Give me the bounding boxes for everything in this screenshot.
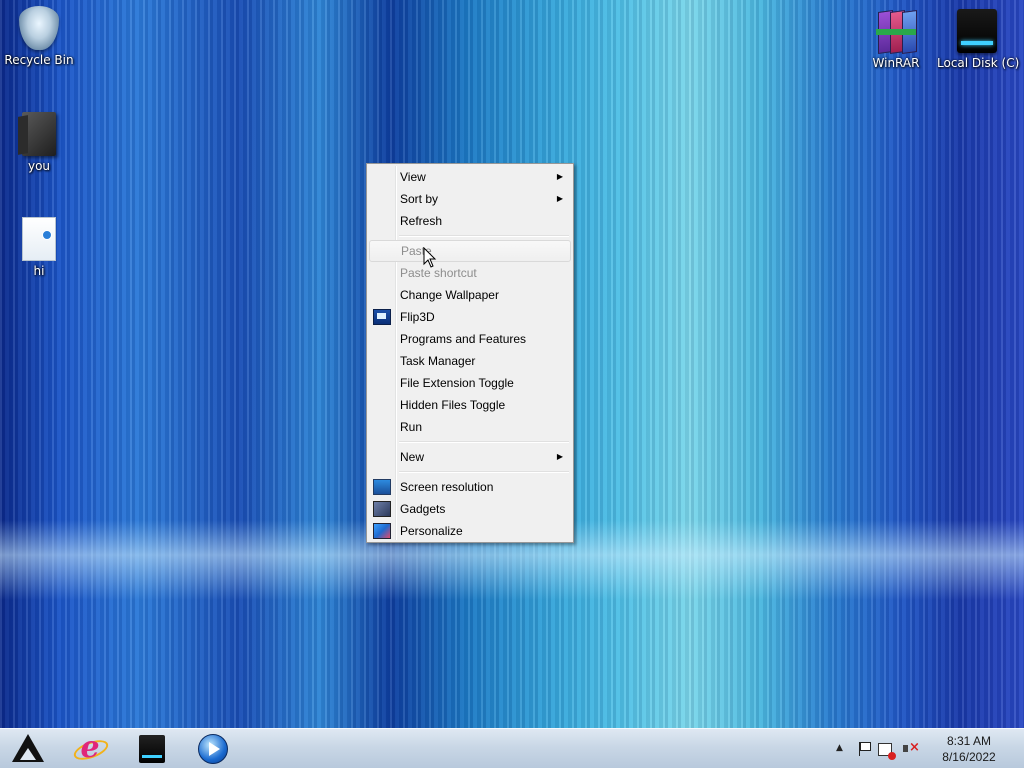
network-icon[interactable] — [878, 743, 896, 760]
recycle-bin-icon — [19, 6, 59, 50]
internet-explorer-icon: e — [80, 730, 100, 765]
screen-resolution-icon — [373, 479, 391, 495]
desktop-icon-label: Recycle Bin — [4, 53, 74, 67]
desktop-context-menu: View ▶ Sort by ▶ Refresh Paste Paste sho… — [366, 163, 574, 543]
menu-item-label: View — [400, 170, 426, 184]
menu-item-label: Screen resolution — [400, 480, 494, 494]
menu-separator — [399, 235, 569, 237]
menu-item-file-extension-toggle[interactable]: File Extension Toggle — [369, 372, 571, 394]
menu-item-label: Hidden Files Toggle — [400, 398, 506, 412]
local-disk-icon — [139, 735, 165, 763]
menu-item-hidden-files-toggle[interactable]: Hidden Files Toggle — [369, 394, 571, 416]
menu-item-screen-resolution[interactable]: Screen resolution — [369, 476, 571, 498]
menu-separator — [399, 441, 569, 443]
submenu-arrow-icon: ▶ — [556, 452, 563, 461]
menu-item-label: Gadgets — [400, 502, 446, 516]
desktop-icon-local-disk[interactable]: Local Disk (C) — [937, 9, 1020, 70]
menu-item-label: File Extension Toggle — [400, 376, 514, 390]
media-player-icon — [198, 734, 228, 764]
menu-separator — [399, 471, 569, 473]
menu-item-label: Change Wallpaper — [400, 288, 499, 302]
winrar-icon — [876, 9, 917, 55]
menu-item-label: Refresh — [400, 214, 443, 228]
clock-date: 8/16/2022 — [942, 750, 996, 764]
submenu-arrow-icon: ▶ — [556, 194, 563, 203]
menu-item-view[interactable]: View ▶ — [369, 166, 571, 188]
menu-item-change-wallpaper[interactable]: Change Wallpaper — [369, 284, 571, 306]
menu-item-flip3d[interactable]: Flip3D — [369, 306, 571, 328]
taskbar-internet-explorer[interactable]: e — [71, 730, 111, 766]
gadgets-icon — [373, 501, 391, 517]
volume-muted-icon[interactable] — [902, 741, 920, 757]
desktop-icon-label: you — [27, 159, 51, 173]
clock-time: 8:31 AM — [946, 734, 992, 748]
file-icon — [22, 217, 56, 261]
menu-item-sort-by[interactable]: Sort by ▶ — [369, 188, 571, 210]
menu-item-label: Task Manager — [400, 354, 476, 368]
menu-item-refresh[interactable]: Refresh — [369, 210, 571, 232]
taskbar-media-player[interactable] — [196, 732, 230, 766]
menu-item-run[interactable]: Run — [369, 416, 571, 438]
flip3d-icon — [373, 309, 391, 325]
menu-item-label: Flip3D — [400, 310, 435, 324]
menu-item-task-manager[interactable]: Task Manager — [369, 350, 571, 372]
menu-item-label: Programs and Features — [400, 332, 527, 346]
mouse-cursor-icon — [423, 247, 437, 268]
desktop-icon-label: hi — [33, 264, 45, 278]
menu-item-gadgets[interactable]: Gadgets — [369, 498, 571, 520]
start-button[interactable] — [10, 732, 44, 766]
menu-item-label: Paste shortcut — [400, 266, 477, 280]
desktop-icon-recycle-bin[interactable]: Recycle Bin — [2, 6, 76, 67]
action-center-flag-icon[interactable] — [856, 741, 872, 757]
menu-item-paste-shortcut[interactable]: Paste shortcut — [369, 262, 571, 284]
menu-item-programs-and-features[interactable]: Programs and Features — [369, 328, 571, 350]
menu-item-label: New — [400, 450, 425, 464]
desktop-icon-you[interactable]: you — [2, 112, 76, 173]
personalize-icon — [373, 523, 391, 539]
taskbar: e ▲ 8:31 AM 8/16/2022 — [0, 728, 1024, 768]
menu-item-label: Sort by — [400, 192, 439, 206]
system-clock[interactable]: 8:31 AM 8/16/2022 — [924, 733, 1014, 765]
desktop-wallpaper[interactable]: Recycle Bin you hi WinRAR Local Disk (C)… — [0, 0, 1024, 728]
local-disk-icon — [957, 9, 997, 53]
desktop-icon-winrar[interactable]: WinRAR — [859, 9, 933, 70]
taskbar-local-disk[interactable] — [135, 732, 169, 766]
desktop-icon-label: WinRAR — [872, 56, 920, 70]
show-hidden-icons-chevron-icon[interactable]: ▲ — [836, 743, 852, 759]
desktop-icon-hi[interactable]: hi — [2, 217, 76, 278]
menu-item-label: Personalize — [400, 524, 463, 538]
menu-item-new[interactable]: New ▶ — [369, 446, 571, 468]
menu-item-label: Run — [400, 420, 423, 434]
menu-item-paste[interactable]: Paste — [369, 240, 571, 262]
desktop-icon-label: Local Disk (C) — [937, 56, 1020, 70]
menu-item-personalize[interactable]: Personalize — [369, 520, 571, 542]
submenu-arrow-icon: ▶ — [556, 172, 563, 181]
folder-icon — [22, 112, 56, 156]
system-tray: ▲ 8:31 AM 8/16/2022 — [834, 729, 1024, 769]
